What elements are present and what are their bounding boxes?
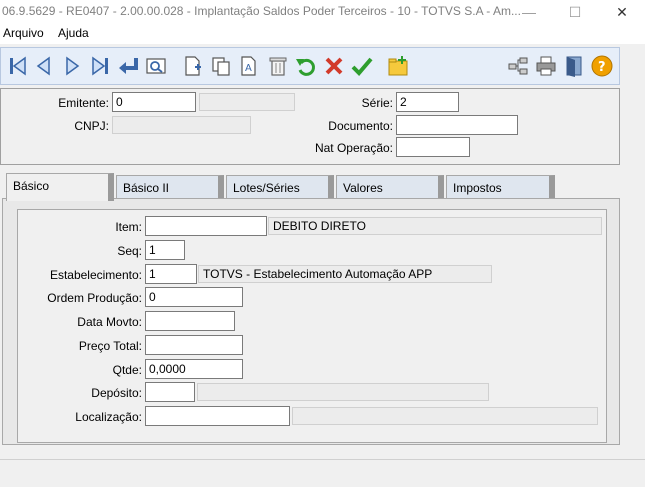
status-bar	[0, 459, 645, 487]
menu-ajuda[interactable]: Ajuda	[58, 26, 89, 40]
previous-record-icon[interactable]	[32, 54, 56, 78]
help-icon[interactable]: ?	[590, 54, 614, 78]
title-bar: 06.9.5629 - RE0407 - 2.00.00.028 - Impla…	[0, 0, 645, 24]
basico-form: Item: DEBITO DIRETO Seq: 1 Estabelecimen…	[17, 209, 607, 443]
data-movto-input[interactable]	[145, 311, 235, 331]
tab-impostos[interactable]: Impostos	[446, 175, 555, 199]
cnpj-field	[112, 116, 251, 134]
item-input[interactable]	[145, 216, 267, 236]
qtde-label: Qtde:	[112, 363, 142, 377]
search-icon[interactable]	[144, 54, 168, 78]
tab-container: Básico Básico II Lotes/Séries Valores Im…	[0, 170, 620, 445]
confirm-icon[interactable]	[350, 54, 374, 78]
ordem-producao-input[interactable]: 0	[145, 287, 243, 307]
copy-record-icon[interactable]	[209, 54, 233, 78]
estabelecimento-input[interactable]: 1	[145, 264, 197, 284]
preco-total-input[interactable]	[145, 335, 243, 355]
item-description: DEBITO DIRETO	[268, 217, 602, 235]
edit-record-icon[interactable]: A	[237, 54, 261, 78]
last-record-icon[interactable]	[88, 54, 112, 78]
print-icon[interactable]	[534, 54, 558, 78]
goto-record-icon[interactable]	[116, 54, 140, 78]
emitente-description	[199, 93, 295, 111]
tab-basico[interactable]: Básico	[6, 173, 114, 201]
tab-basico-ii[interactable]: Básico II	[116, 175, 224, 199]
undo-icon[interactable]	[294, 54, 318, 78]
tab-lotes-series[interactable]: Lotes/Séries	[226, 175, 334, 199]
menu-arquivo[interactable]: Arquivo	[3, 26, 44, 40]
cancel-icon[interactable]	[322, 54, 346, 78]
localizacao-input[interactable]	[145, 406, 290, 426]
flow-icon[interactable]	[506, 54, 530, 78]
localizacao-description	[292, 407, 598, 425]
deposito-description	[197, 383, 489, 401]
documento-input[interactable]	[396, 115, 518, 135]
nat-operacao-label: Nat Operação:	[314, 141, 393, 155]
svg-text:A: A	[245, 63, 252, 74]
close-button[interactable]: ✕	[599, 0, 645, 24]
first-record-icon[interactable]	[6, 54, 30, 78]
qtde-input[interactable]: 0,0000	[145, 359, 243, 379]
nat-operacao-input[interactable]	[396, 137, 470, 157]
seq-label: Seq:	[117, 244, 142, 258]
emitente-label: Emitente:	[58, 96, 109, 110]
estabelecimento-label: Estabelecimento:	[49, 268, 142, 282]
tab-valores[interactable]: Valores	[336, 175, 444, 199]
tab-body: Item: DEBITO DIRETO Seq: 1 Estabelecimen…	[2, 198, 620, 445]
cnpj-label: CNPJ:	[74, 119, 109, 133]
ordem-producao-label: Ordem Produção:	[47, 291, 142, 305]
svg-text:?: ?	[598, 60, 606, 75]
minimize-button[interactable]: —	[506, 0, 552, 24]
emitente-input[interactable]: 0	[112, 92, 196, 112]
new-folder-icon[interactable]	[386, 54, 410, 78]
documento-label: Documento:	[328, 119, 393, 133]
menu-bar: Arquivo Ajuda	[0, 24, 645, 44]
exit-icon[interactable]	[562, 54, 586, 78]
new-record-icon[interactable]	[181, 54, 205, 78]
serie-label: Série:	[361, 96, 393, 110]
serie-input[interactable]: 2	[396, 92, 459, 112]
delete-record-icon[interactable]	[266, 54, 290, 78]
data-movto-label: Data Movto:	[77, 315, 142, 329]
preco-total-label: Preço Total:	[78, 339, 142, 353]
localizacao-label: Localização:	[75, 410, 142, 424]
seq-input[interactable]: 1	[145, 240, 185, 260]
deposito-label: Depósito:	[91, 386, 142, 400]
header-panel: Emitente: 0 CNPJ: Série: 2 Documento: Na…	[0, 88, 620, 165]
item-label: Item:	[115, 220, 142, 234]
deposito-input[interactable]	[145, 382, 195, 402]
window-title: 06.9.5629 - RE0407 - 2.00.00.028 - Impla…	[2, 4, 521, 18]
estabelecimento-description: TOTVS - Estabelecimento Automação APP	[198, 265, 492, 283]
next-record-icon[interactable]	[60, 54, 84, 78]
toolbar: A ?	[0, 47, 620, 85]
maximize-button[interactable]: ☐	[552, 0, 598, 24]
